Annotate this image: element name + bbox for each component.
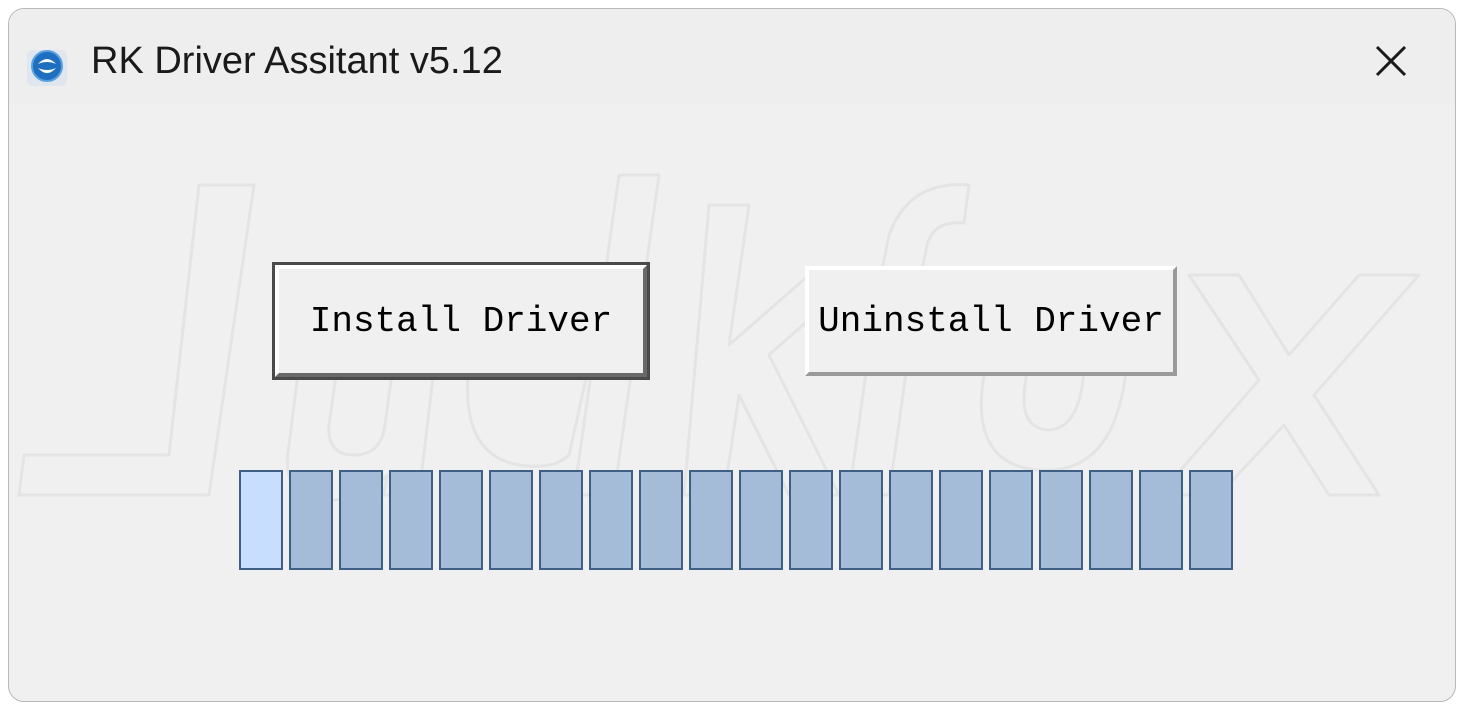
progress-bar bbox=[239, 470, 1239, 570]
progress-segment bbox=[389, 470, 433, 570]
progress-segment bbox=[489, 470, 533, 570]
progress-segment bbox=[239, 470, 283, 570]
uninstall-driver-button[interactable]: Uninstall Driver bbox=[805, 266, 1177, 376]
progress-segment bbox=[989, 470, 1033, 570]
progress-segment bbox=[1089, 470, 1133, 570]
progress-segment bbox=[1189, 470, 1233, 570]
progress-segment bbox=[1039, 470, 1083, 570]
progress-segment bbox=[639, 470, 683, 570]
progress-segment bbox=[289, 470, 333, 570]
progress-segment bbox=[339, 470, 383, 570]
progress-segment bbox=[539, 470, 583, 570]
progress-segment bbox=[939, 470, 983, 570]
progress-segment bbox=[1139, 470, 1183, 570]
progress-segment bbox=[739, 470, 783, 570]
progress-segment bbox=[439, 470, 483, 570]
progress-segment bbox=[889, 470, 933, 570]
close-icon[interactable] bbox=[1361, 31, 1421, 91]
main-window: RK Driver Assitant v5.12 Install Driver … bbox=[8, 8, 1456, 702]
dialog-client-area: Install Driver Uninstall Driver bbox=[9, 105, 1455, 701]
progress-segment bbox=[689, 470, 733, 570]
install-driver-button[interactable]: Install Driver bbox=[272, 262, 650, 380]
title-bar[interactable]: RK Driver Assitant v5.12 bbox=[9, 9, 1455, 105]
app-logo-icon bbox=[27, 50, 67, 86]
progress-segment bbox=[839, 470, 883, 570]
window-title: RK Driver Assitant v5.12 bbox=[91, 40, 503, 82]
progress-segment bbox=[789, 470, 833, 570]
progress-segment bbox=[589, 470, 633, 570]
